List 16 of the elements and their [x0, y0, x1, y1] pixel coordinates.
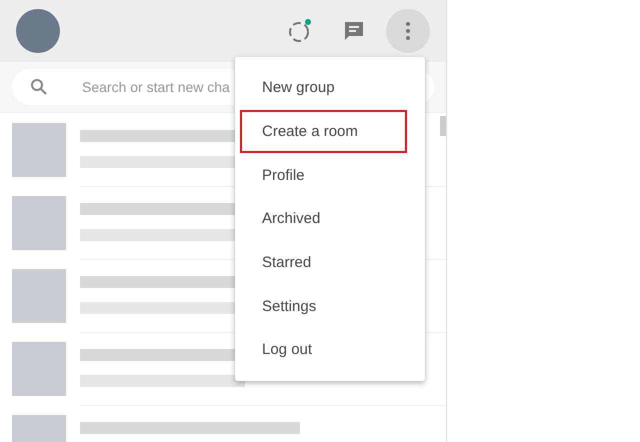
menu-item[interactable]: Starred	[235, 240, 425, 284]
scrollbar-thumb[interactable]	[440, 116, 446, 136]
dashed-circle-icon	[287, 18, 313, 44]
menu-item[interactable]: Settings	[235, 284, 425, 328]
menu-button[interactable]	[386, 9, 430, 53]
blurred-avatar	[12, 268, 66, 322]
message-icon	[343, 20, 365, 42]
menu-item[interactable]: Log out	[235, 328, 425, 372]
menu-item[interactable]: Archived	[235, 197, 425, 241]
blurred-avatar	[12, 196, 66, 250]
blurred-avatar	[12, 342, 66, 396]
menu-icon	[405, 21, 411, 41]
menu-item[interactable]: Create a room	[240, 110, 407, 154]
blurred-avatar	[12, 122, 66, 176]
profile-avatar[interactable]	[16, 9, 60, 53]
menu-item[interactable]: Profile	[235, 153, 425, 198]
